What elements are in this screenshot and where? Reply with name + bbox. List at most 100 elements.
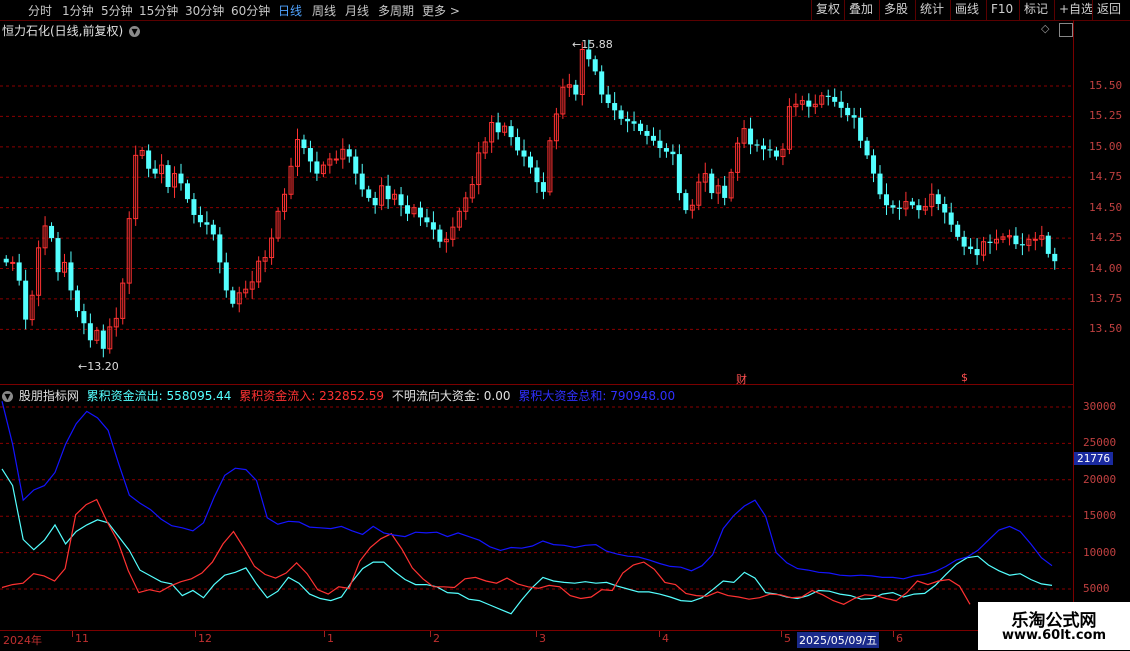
indicator-title-bar: ▼ 股朋指标网 累积资金流出: 558095.44 累积资金流入: 232852…: [2, 387, 675, 404]
stock-title: 恒力石化(日线,前复权): [2, 24, 124, 38]
candle-body-down: [210, 224, 216, 235]
candle-body-down: [314, 161, 320, 174]
candle-body-down: [722, 185, 728, 198]
date-tick: [781, 631, 782, 637]
candle-body-down: [23, 280, 29, 320]
date-label-may: 5: [784, 632, 791, 645]
candle-body-down: [612, 103, 618, 111]
tab-30min[interactable]: 30分钟: [185, 2, 224, 19]
candle-body-down: [366, 189, 372, 198]
high-label: 15.88: [581, 38, 613, 51]
indicator-tick-label: 5000: [1083, 582, 1110, 595]
inflow-label: 累积资金流入:: [239, 389, 316, 403]
dividend-event-marker[interactable]: $: [961, 371, 968, 384]
candle-body-down: [301, 139, 307, 149]
candle-body-down: [152, 168, 158, 174]
price-tick-label: 15.00: [1089, 139, 1123, 153]
multi-stock-button[interactable]: 多股: [879, 0, 912, 20]
candle-body-down: [709, 173, 715, 194]
candle-body-down: [683, 193, 689, 211]
candle-body-down: [346, 149, 352, 157]
low-label: 13.20: [87, 360, 119, 373]
draw-line-button[interactable]: 画线: [950, 0, 983, 20]
tab-1min[interactable]: 1分钟: [62, 2, 94, 19]
mark-button[interactable]: 标记: [1019, 0, 1052, 20]
candle-body-down: [528, 156, 533, 168]
current-value-marker: 21776: [1074, 452, 1114, 465]
unknown-flow-value: 0.00: [483, 389, 511, 403]
price-tick-label: 14.75: [1089, 170, 1123, 184]
date-tick: [430, 631, 431, 637]
candle-body-down: [767, 149, 773, 151]
indicator-tick-label: 10000: [1083, 545, 1117, 559]
financial-event-marker[interactable]: 财: [736, 371, 747, 387]
candle-body-up: [333, 158, 339, 161]
total-label: 累积大资金总和:: [518, 389, 607, 403]
candle-body-down: [670, 151, 676, 155]
overlay-button[interactable]: 叠加: [844, 0, 877, 20]
candle-body-down: [650, 135, 656, 141]
chevron-down-icon[interactable]: ▼: [2, 391, 13, 402]
high-annotation: ←15.88: [572, 38, 613, 51]
tab-weekly[interactable]: 周线: [312, 2, 336, 19]
candle-body-down: [165, 165, 171, 187]
candle-body-down: [178, 173, 184, 184]
candle-body-down: [430, 222, 436, 230]
diamond-icon[interactable]: ◇: [1041, 22, 1049, 35]
candle-body-down: [184, 183, 190, 200]
indicator-tick-label: 30000: [1083, 400, 1117, 413]
candle-body-down: [353, 156, 359, 174]
tab-60min[interactable]: 60分钟: [231, 2, 270, 19]
add-watchlist-button[interactable]: +自选: [1054, 0, 1097, 20]
candle-body-down: [359, 173, 365, 190]
total-value: 790948.00: [610, 389, 676, 403]
restore-rights-button[interactable]: 复权: [811, 0, 844, 20]
chart-canvas[interactable]: [0, 20, 1130, 630]
candle-body-down: [618, 110, 624, 119]
candle-body-down: [657, 140, 663, 149]
tab-monthly[interactable]: 月线: [345, 2, 369, 19]
tab-timeshare[interactable]: 分时: [28, 2, 52, 19]
price-tick-label: 15.25: [1089, 109, 1123, 123]
tab-15min[interactable]: 15分钟: [139, 2, 178, 19]
candle-body-down: [74, 290, 80, 312]
candle-body-down: [676, 154, 682, 194]
candle-body-down: [217, 234, 223, 263]
candle-body-down: [223, 262, 229, 291]
chevron-down-icon[interactable]: ▼: [129, 26, 141, 37]
date-tick: [893, 631, 894, 637]
back-button[interactable]: 返回: [1092, 0, 1125, 20]
indicator-name: 股朋指标网: [18, 389, 79, 403]
candle-body-down: [405, 205, 411, 214]
candle-body-down: [437, 229, 443, 242]
price-tick-label: 13.50: [1089, 322, 1123, 336]
date-label-2024: 2024年: [3, 634, 42, 647]
date-label-mar: 3: [539, 632, 546, 645]
unknown-flow-label: 不明流向大资金:: [391, 389, 480, 403]
f10-button[interactable]: F10: [986, 0, 1017, 20]
main-panel-title: 恒力石化(日线,前复权) ▼: [2, 22, 141, 39]
candle-body-down: [916, 205, 922, 211]
outflow-label: 累积资金流出:: [86, 389, 163, 403]
date-axis: 2024年 11 12 1 2 3 4 5 2025/05/09/五 6: [0, 630, 1130, 651]
panel-separator: [0, 384, 1073, 385]
tab-multi-period[interactable]: 多周期: [378, 2, 414, 19]
tab-daily[interactable]: 日线: [278, 2, 302, 19]
statistics-button[interactable]: 统计: [915, 0, 948, 20]
date-tick: [659, 631, 660, 637]
candle-body-down: [592, 59, 598, 72]
tab-5min[interactable]: 5分钟: [101, 2, 133, 19]
candle-body-down: [385, 185, 391, 200]
panel-toggle-icon[interactable]: [1059, 23, 1073, 37]
candle-body-down: [625, 118, 631, 122]
candle-body-down: [68, 262, 74, 291]
date-label-dec: 12: [198, 632, 212, 645]
candle-body-down: [961, 236, 967, 247]
tab-more[interactable]: 更多 >: [422, 2, 460, 19]
candle-body-down: [16, 262, 22, 281]
date-tick: [536, 631, 537, 637]
candle-body-down: [754, 144, 760, 146]
candle-body-down: [49, 225, 55, 239]
top-toolbar: 分时 1分钟 5分钟 15分钟 30分钟 60分钟 日线 周线 月线 多周期 更…: [0, 0, 1130, 21]
candle-body-down: [3, 258, 9, 263]
